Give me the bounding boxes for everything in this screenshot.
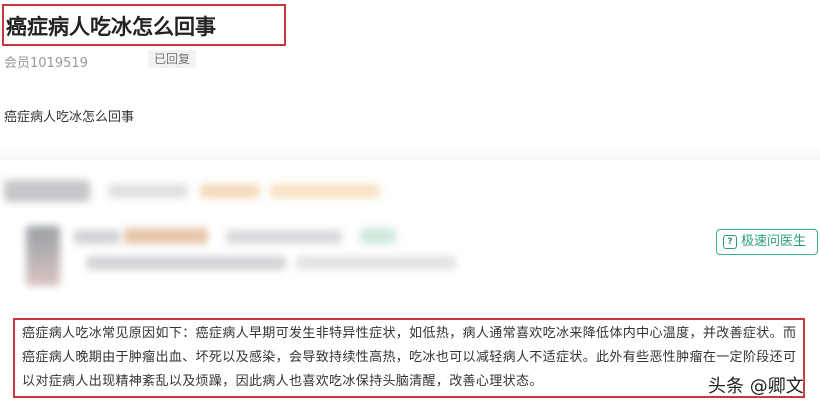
question-body: 癌症病人吃冰怎么回事 (4, 110, 135, 125)
blurred-tag (200, 184, 260, 198)
section-divider (0, 146, 820, 160)
blurred-line-2 (86, 256, 286, 270)
watermark: 头条 @卿文 (708, 376, 804, 397)
answer-text: 癌症病人吃冰常见原因如下：癌症病人早期可发生非特异性症状，如低热，病人通常喜欢吃… (22, 326, 797, 389)
blurred-title (108, 184, 188, 198)
question-title: 癌症病人吃冰怎么回事 (6, 15, 216, 39)
blurred-dept (124, 228, 208, 244)
status-badge: 已回复 (148, 50, 197, 68)
ask-doctor-label: 极速问医生 (741, 234, 807, 249)
chat-question-icon: ? (723, 235, 737, 249)
blurred-tag-2 (270, 184, 380, 198)
blurred-badge (360, 228, 396, 244)
blurred-line-3 (296, 256, 456, 270)
blurred-rank (226, 230, 342, 244)
member-id: 会员1019519 (4, 56, 88, 71)
ask-doctor-button[interactable]: ? 极速问医生 (716, 229, 818, 255)
blurred-name (4, 180, 90, 202)
blurred-hospital (74, 230, 120, 244)
avatar (26, 226, 60, 286)
